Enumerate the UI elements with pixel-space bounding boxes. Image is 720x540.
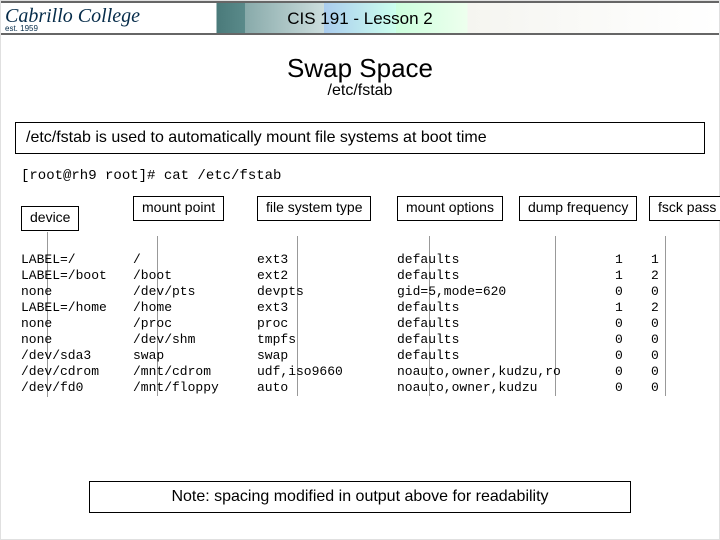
page-title: Swap Space xyxy=(1,53,719,84)
data-mount: / /boot /dev/pts /home /proc /dev/shm sw… xyxy=(133,252,219,396)
course-label: CIS 191 - Lesson 2 xyxy=(1,9,719,29)
data-dump: 1 1 0 1 0 0 0 0 0 xyxy=(615,252,623,396)
command-line: [root@rh9 root]# cat /etc/fstab xyxy=(21,168,719,184)
data-fstype: ext3 ext2 devpts ext3 proc tmpfs swap ud… xyxy=(257,252,343,396)
note-box: Note: spacing modified in output above f… xyxy=(89,481,631,513)
col-mount-point: mount point xyxy=(133,196,224,221)
fstab-table: device mount point file system type moun… xyxy=(1,190,719,400)
note-text: Note: spacing modified in output above f… xyxy=(171,488,548,505)
col-fs-type: file system type xyxy=(257,196,371,221)
data-pass: 1 2 0 2 0 0 0 0 0 xyxy=(651,252,659,396)
slide: Cabrillo College est. 1959 CIS 191 - Les… xyxy=(0,0,720,540)
explanation-text: /etc/fstab is used to automatically moun… xyxy=(26,129,487,146)
col-fsck-pass: fsck pass xyxy=(649,196,720,221)
col-dump-freq: dump frequency xyxy=(519,196,637,221)
data-options: defaults defaults gid=5,mode=620 default… xyxy=(397,252,561,396)
page-subtitle: /etc/fstab xyxy=(1,82,719,100)
connector xyxy=(665,236,666,396)
data-device: LABEL=/ LABEL=/boot none LABEL=/home non… xyxy=(21,252,107,396)
col-mount-options: mount options xyxy=(397,196,503,221)
explanation-box: /etc/fstab is used to automatically moun… xyxy=(15,122,705,154)
col-device: device xyxy=(21,206,79,231)
header-bar: Cabrillo College est. 1959 CIS 191 - Les… xyxy=(1,1,719,35)
